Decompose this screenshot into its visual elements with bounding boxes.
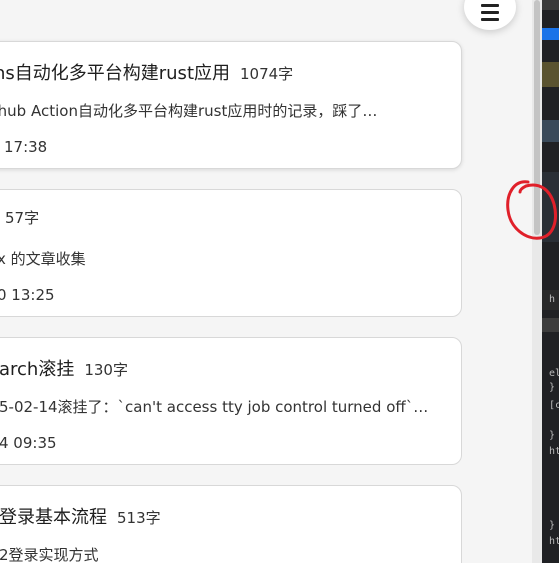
- devtools-text: }: [549, 430, 556, 441]
- article-word-count: 57字: [5, 209, 40, 227]
- devtools-text: ht: [549, 536, 559, 547]
- article-card[interactable]: ctions自动化多平台构建rust应用 1074字 用Github Actio…: [0, 41, 462, 169]
- article-word-count: 1074字: [240, 65, 294, 83]
- devtools-text: el: [549, 368, 559, 379]
- article-summary: 用Github Action自动化多平台构建rust应用时的记录，踩了…: [0, 102, 378, 120]
- article-summary: 5-02-14滚挂了：`can't access tty job control…: [0, 398, 429, 416]
- article-date: 17:38: [4, 138, 48, 156]
- devtools-text: [c: [549, 400, 559, 411]
- menu-button[interactable]: [464, 0, 516, 30]
- red-circle-annotation-icon: [506, 180, 557, 240]
- devtools-text: ht: [549, 446, 559, 457]
- devtools-text: h: [549, 294, 556, 305]
- article-card[interactable]: arch滚挂 130字 5-02-14滚挂了：`can't access tty…: [0, 337, 462, 465]
- article-title[interactable]: 登录基本流程: [0, 503, 107, 529]
- devtools-text: }: [549, 382, 556, 393]
- devtools-panel: h el } [c } ht } ht: [542, 0, 559, 563]
- article-word-count: 130字: [84, 361, 128, 379]
- article-word-count: 513字: [117, 509, 161, 527]
- hamburger-menu-icon: [481, 3, 499, 21]
- article-feed: ctions自动化多平台构建rust应用 1074字 用Github Actio…: [0, 0, 532, 563]
- article-summary: x 的文章收集: [0, 250, 86, 268]
- devtools-text: }: [549, 520, 556, 531]
- article-card[interactable]: 57字 x 的文章收集 0 13:25: [0, 189, 462, 317]
- article-date: 4 09:35: [0, 434, 57, 452]
- article-card[interactable]: 登录基本流程 513字 2登录实现方式: [0, 485, 462, 563]
- article-title[interactable]: arch滚挂: [0, 355, 74, 381]
- article-date: 0 13:25: [0, 286, 55, 304]
- article-title[interactable]: ctions自动化多平台构建rust应用: [0, 59, 230, 85]
- article-summary: 2登录实现方式: [0, 546, 99, 563]
